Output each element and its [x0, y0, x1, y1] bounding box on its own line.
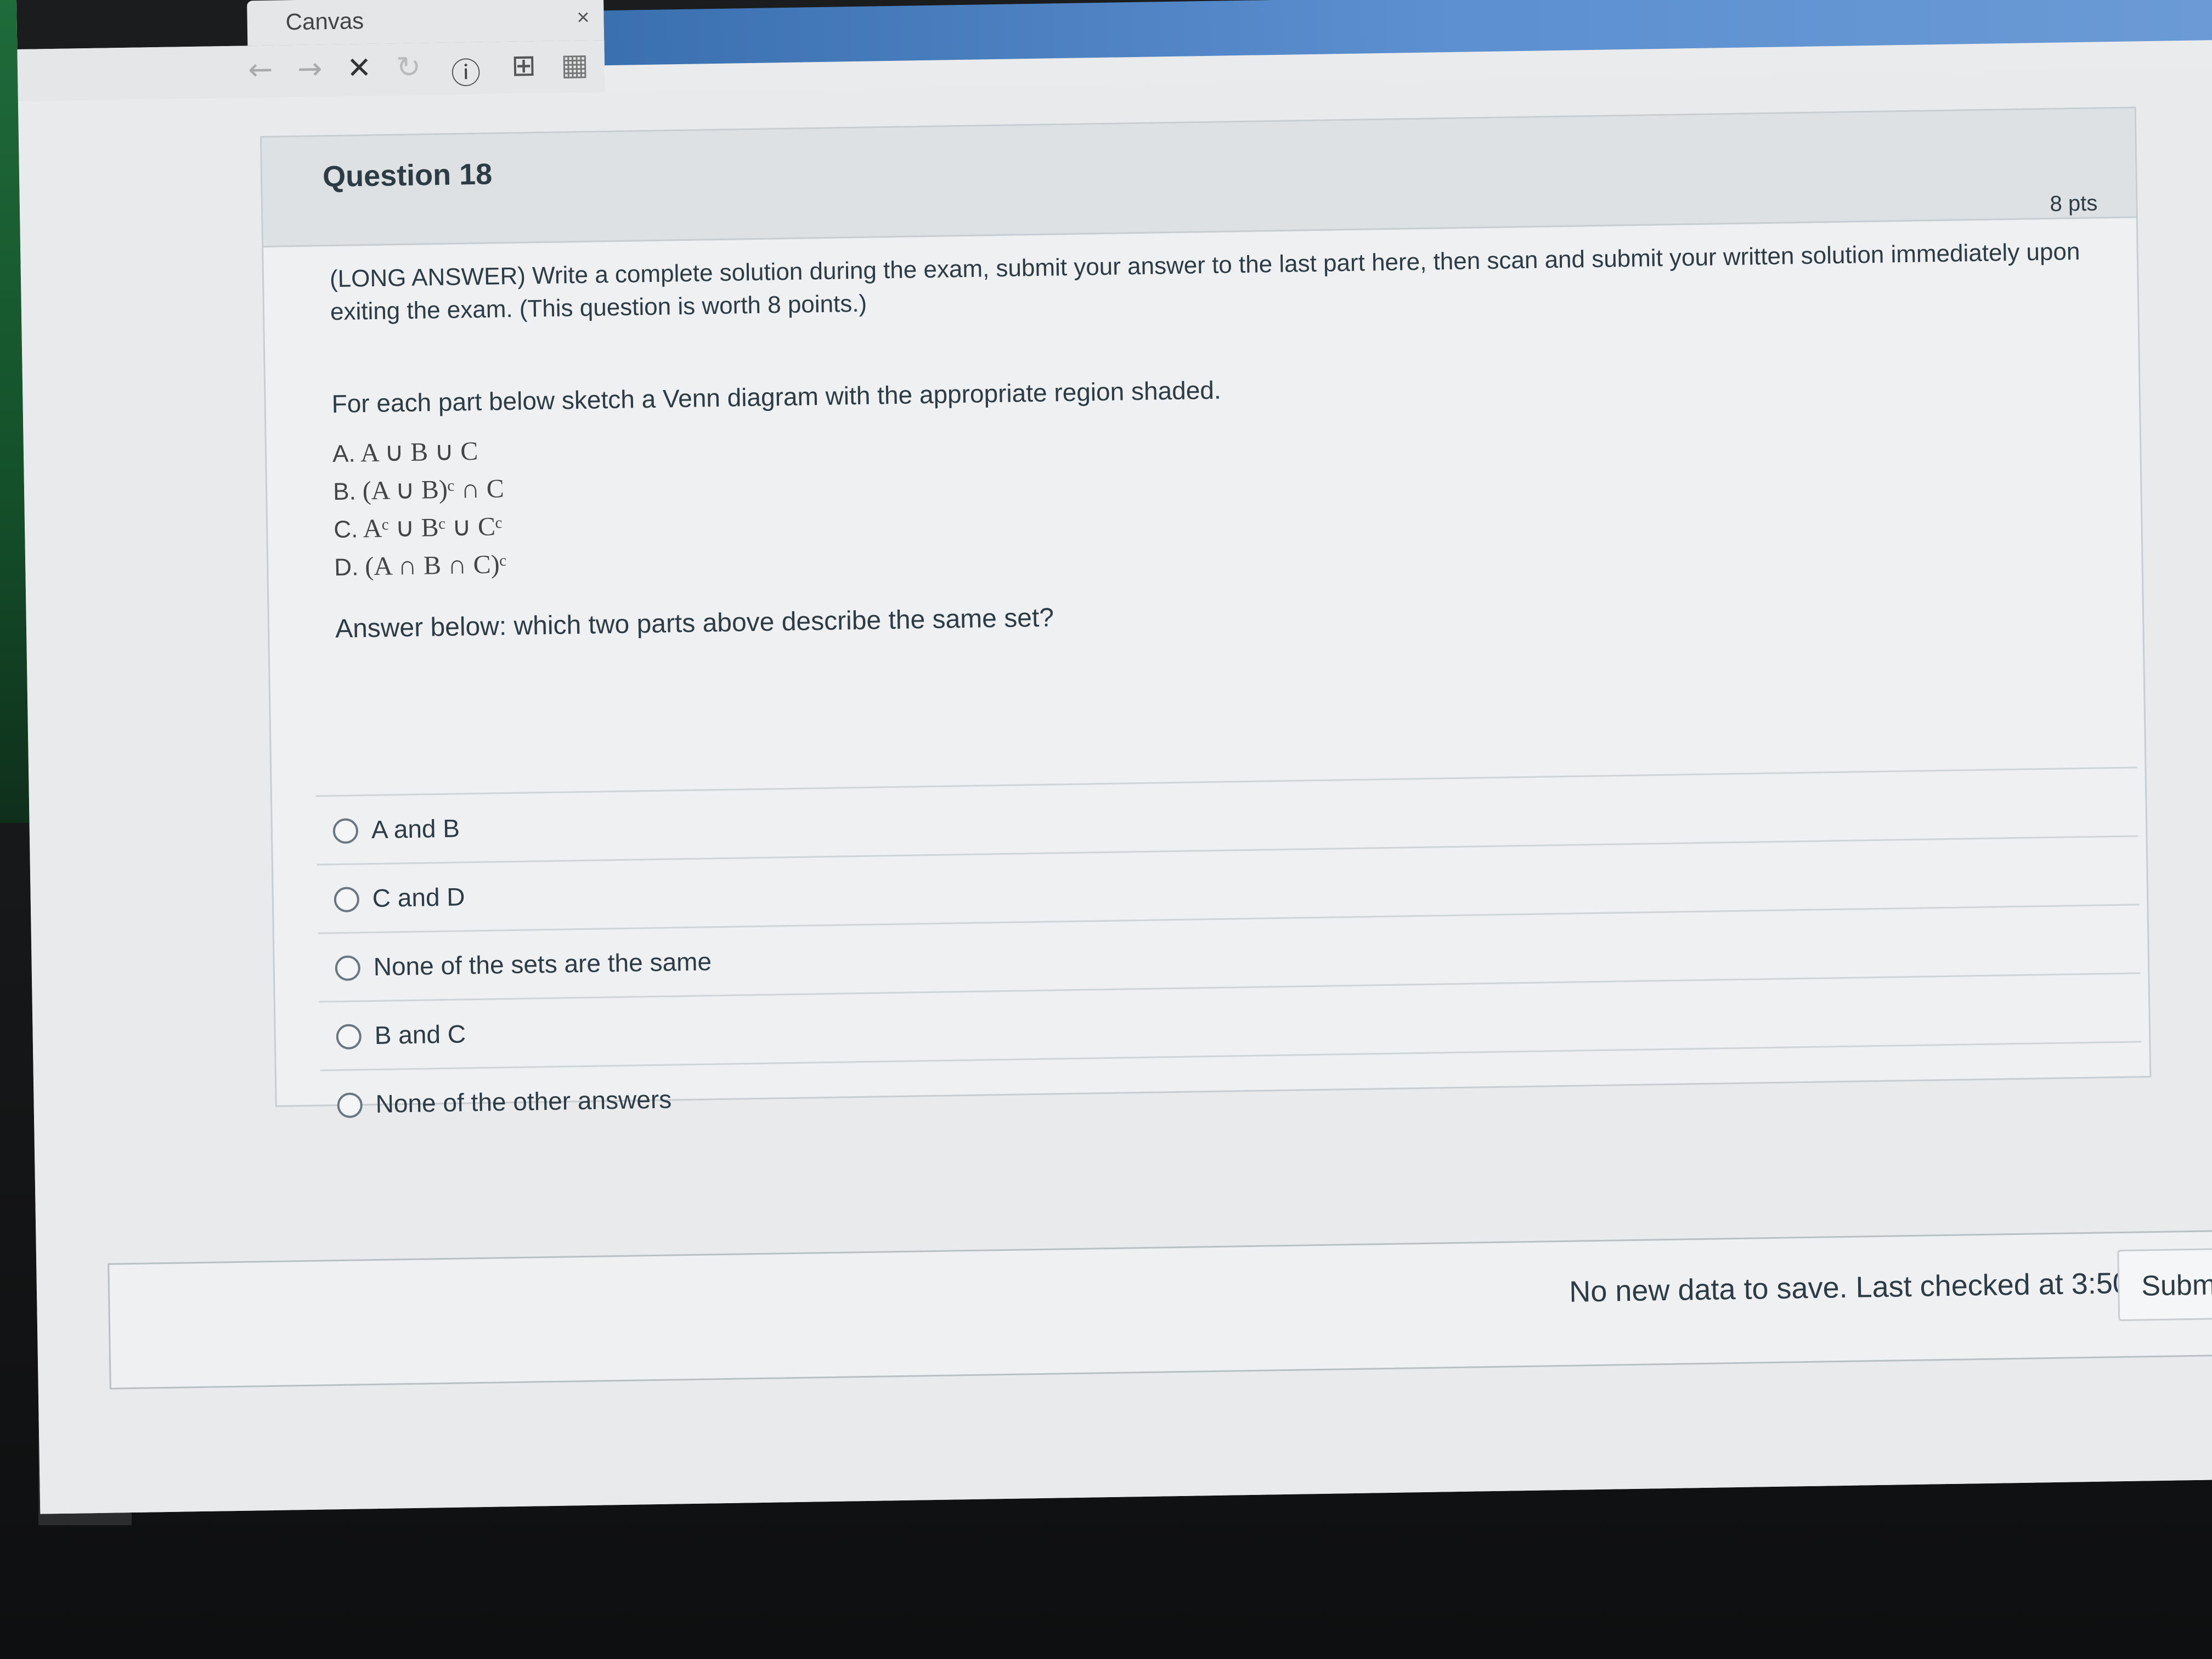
browser-toolbar: ← → ✕ ↻ ⓘ ⊞ ▦: [17, 40, 605, 101]
part-label: D.: [334, 554, 359, 582]
radio-button[interactable]: [337, 1092, 363, 1119]
answer-prompt: Answer below: which two parts above desc…: [335, 603, 1054, 644]
browser-tab[interactable]: Canvas ×: [247, 0, 605, 46]
save-status: No new data to save. Last checked at 3:5…: [1568, 1266, 2171, 1308]
question-body: (LONG ANSWER) Write a complete solution …: [330, 235, 2091, 644]
photo-background: Canvas × ← → ✕ ↻ ⓘ ⊞ ▦ Question 18 8 pts…: [0, 0, 2212, 1659]
submit-quiz-button[interactable]: Submit C: [2117, 1246, 2212, 1322]
choice-label[interactable]: None of the other answers: [375, 1084, 672, 1118]
part-label: A.: [332, 440, 356, 468]
part-expression: (A ∪ B)ᶜ ∩ C: [362, 474, 505, 506]
calculator-icon[interactable]: ▦: [560, 47, 589, 82]
part-expression: A ∪ B ∪ C: [360, 436, 478, 468]
browser-window: Canvas × ← → ✕ ↻ ⓘ ⊞ ▦ Question 18 8 pts…: [16, 0, 2212, 1514]
back-arrow-icon[interactable]: ←: [248, 52, 273, 87]
radio-button[interactable]: [334, 887, 360, 913]
accent-strip: [603, 0, 2212, 66]
answer-choices: A and B C and D None of the sets are the…: [315, 766, 2143, 1138]
part-label: B.: [332, 478, 357, 506]
question-instructions: (LONG ANSWER) Write a complete solution …: [329, 238, 2080, 326]
question-title: Question 18: [322, 157, 493, 194]
choice-label[interactable]: A and B: [371, 813, 460, 844]
question-card: Question 18 8 pts (LONG ANSWER) Write a …: [259, 106, 2152, 1138]
radio-button[interactable]: [336, 1024, 362, 1050]
choice-label[interactable]: C and D: [372, 882, 465, 913]
question-points: 8 pts: [2050, 191, 2098, 216]
question-header: Question 18 8 pts: [261, 108, 2136, 247]
part-label: C.: [333, 516, 358, 544]
info-icon[interactable]: ⓘ: [451, 49, 481, 93]
forward-arrow-icon[interactable]: →: [297, 51, 323, 86]
choice-label[interactable]: None of the sets are the same: [373, 946, 712, 981]
save-icon[interactable]: ⊞: [511, 48, 536, 83]
quiz-page: Question 18 8 pts (LONG ANSWER) Write a …: [18, 66, 2212, 1514]
question-prompt: For each part below sketch a Venn diagra…: [331, 375, 1222, 419]
reload-icon[interactable]: ↻: [396, 49, 421, 84]
quiz-footer: No new data to save. Last checked at 3:5…: [108, 1229, 2212, 1390]
choice-label[interactable]: B and C: [374, 1019, 466, 1050]
stop-icon[interactable]: ✕: [347, 50, 372, 86]
radio-button[interactable]: [335, 955, 361, 981]
close-tab-icon[interactable]: ×: [577, 5, 590, 30]
part-expression: (A ∩ B ∩ C)ᶜ: [364, 550, 507, 582]
tab-title: Canvas: [285, 8, 364, 35]
radio-button[interactable]: [332, 818, 359, 844]
part-expression: Aᶜ ∪ Bᶜ ∪ Cᶜ: [363, 512, 503, 544]
